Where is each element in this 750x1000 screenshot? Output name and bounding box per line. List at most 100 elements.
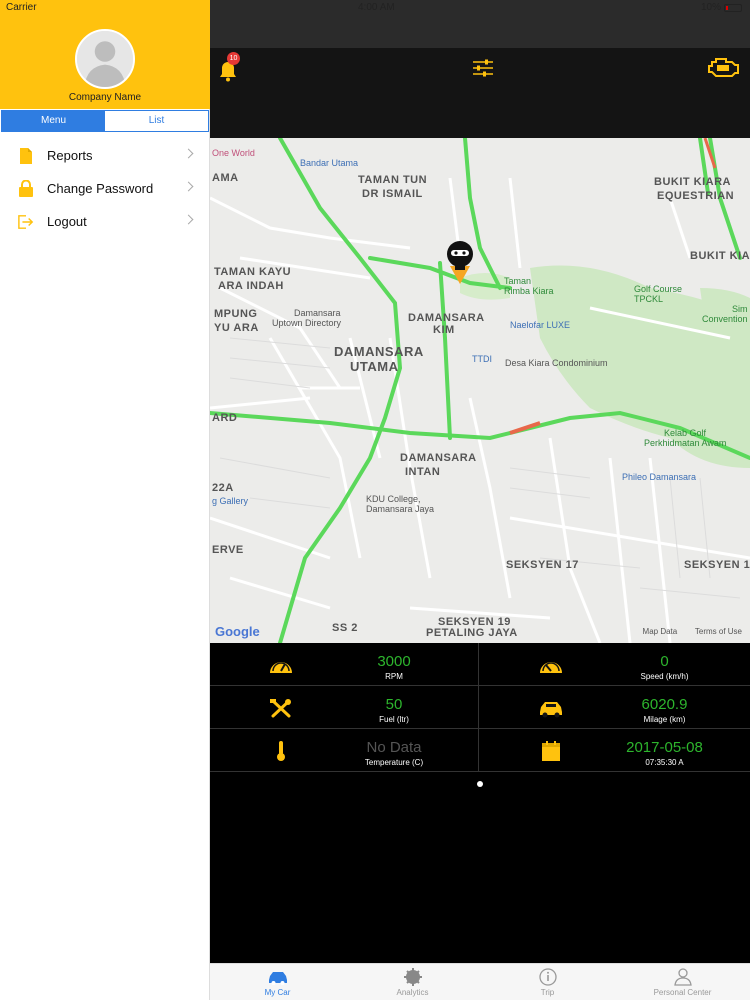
- map-poi: Convention: [702, 314, 748, 324]
- map-poi: Desa Kiara Condominium: [505, 358, 608, 368]
- stat-caption: Temperature (C): [364, 758, 424, 767]
- terms-link[interactable]: Terms of Use: [695, 627, 742, 636]
- tab-label: My Car: [264, 988, 291, 997]
- stat-caption: Milage (km): [643, 715, 686, 724]
- map-label: KIM: [433, 324, 455, 336]
- battery-icon: [724, 3, 742, 12]
- menu-item-reports[interactable]: Reports: [0, 139, 210, 172]
- person-icon: [77, 31, 133, 87]
- main-panel: 10 TAMAN TUN DR ISMAIL BUKIT KIARA EQUES…: [210, 0, 750, 1000]
- menu-item-label: Logout: [47, 214, 87, 229]
- map-label: ARA INDAH: [218, 280, 284, 292]
- car-icon: [268, 972, 287, 985]
- stat-rpm: 3000 RPM: [210, 643, 479, 686]
- map-label: BUKIT KIA: [690, 250, 750, 262]
- gear-icon: [403, 968, 422, 986]
- stat-speed: 0 Speed (km/h): [480, 643, 749, 686]
- chevron-right-icon: [183, 181, 194, 192]
- profile-header: Company Name: [0, 0, 210, 109]
- stat-milage: 6020.9 Milage (km): [480, 686, 749, 729]
- chevron-right-icon: [183, 148, 194, 159]
- stat-temperature: No Data Temperature (C): [210, 729, 479, 772]
- tools-icon: [270, 699, 291, 718]
- map-label: AMA: [212, 172, 239, 184]
- stat-date: 2017-05-08 07:35:30 A: [480, 729, 749, 772]
- map-poi: Naelofar LUXE: [510, 320, 571, 330]
- segment-list[interactable]: List: [105, 111, 208, 131]
- map-label: DAMANSARA: [400, 452, 477, 464]
- person-icon: [673, 968, 692, 986]
- map-poi: TPCKL: [634, 294, 664, 304]
- tab-label: Trip: [540, 988, 555, 997]
- map-label: TAMAN TUN: [358, 174, 428, 186]
- tab-analytics[interactable]: Analytics: [345, 964, 480, 1000]
- map-label: INTAN: [405, 466, 441, 478]
- stats-row: 50 Fuel (ltr) 6020.9 Milage (km): [210, 686, 750, 729]
- menu-list-segmented-control: Menu List: [1, 110, 209, 132]
- map-label: YU ARA: [214, 322, 259, 334]
- avatar[interactable]: [75, 29, 135, 89]
- map-roads: [210, 138, 750, 643]
- menu-item-label: Change Password: [47, 181, 154, 196]
- google-logo: Google: [215, 624, 260, 639]
- logout-icon: [18, 213, 34, 231]
- stat-caption: Fuel (ltr): [379, 715, 409, 724]
- stat-value: 0: [660, 653, 669, 670]
- map-poi: Phileo Damansara: [622, 472, 697, 482]
- map-poi: TTDI: [472, 354, 492, 364]
- map-data-link[interactable]: Map Data: [643, 627, 678, 636]
- calendar-icon: [542, 741, 560, 761]
- app-root: Carrier 4:00 AM 10% Company Name Menu Li…: [0, 0, 750, 1000]
- map-poi: KDU College,: [366, 494, 421, 504]
- carrier-label: Carrier: [6, 2, 37, 13]
- sliders-icon[interactable]: [472, 58, 494, 78]
- document-icon: [18, 147, 34, 165]
- lock-icon: [18, 180, 34, 198]
- check-engine-icon[interactable]: [706, 56, 740, 80]
- stat-value: 2017-05-08: [626, 739, 703, 756]
- map-poi: Rimba Kiara: [504, 286, 554, 296]
- map-poi: Taman: [504, 276, 532, 286]
- vehicle-stats: 3000 RPM 0 Speed (km/h) 50 Fuel (ltr) 60…: [210, 643, 750, 772]
- tab-label: Analytics: [396, 988, 429, 997]
- map-poi: Perkhidmatan Awam: [644, 438, 727, 448]
- map-poi: Kelab Golf: [664, 428, 707, 438]
- tab-my-car[interactable]: My Car: [210, 964, 345, 1000]
- info-icon: [538, 968, 557, 986]
- tab-personal-center[interactable]: Personal Center: [615, 964, 750, 1000]
- map-label: TAMAN KAYU: [214, 266, 292, 278]
- map-label: DR ISMAIL: [362, 188, 423, 200]
- tab-label: Personal Center: [653, 988, 712, 997]
- map-poi: Damansara Jaya: [366, 504, 435, 514]
- map-label: ERVE: [212, 544, 244, 556]
- car-location-pin[interactable]: [446, 238, 474, 284]
- stat-caption: 07:35:30 A: [645, 758, 684, 767]
- stats-row: No Data Temperature (C) 2017-05-08 07:35…: [210, 729, 750, 772]
- map-poi: Uptown Directory: [272, 318, 342, 328]
- map-label: ARD: [212, 412, 238, 424]
- page-indicator[interactable]: [477, 781, 483, 787]
- stat-value: 50: [385, 696, 403, 713]
- segment-menu[interactable]: Menu: [2, 111, 105, 131]
- map-label: SEKSYEN 17: [506, 559, 579, 571]
- map-poi: One World: [212, 148, 255, 158]
- menu-item-label: Reports: [47, 148, 93, 163]
- stat-value: No Data: [366, 739, 422, 756]
- map-label: SS 2: [332, 622, 358, 634]
- map-poi: Sim: [732, 304, 748, 314]
- battery-indicator: 10%: [701, 2, 742, 13]
- map-poi: g Gallery: [212, 496, 249, 506]
- gauge-icon: [270, 662, 292, 673]
- stat-value: 3000: [377, 653, 411, 670]
- battery-percent: 10%: [700, 2, 721, 13]
- side-menu-list: Reports Change Password Logout: [0, 139, 210, 238]
- company-name: Company Name: [68, 92, 142, 103]
- tab-trip[interactable]: Trip: [480, 964, 615, 1000]
- menu-item-logout[interactable]: Logout: [0, 205, 210, 238]
- menu-item-change-password[interactable]: Change Password: [0, 172, 210, 205]
- stat-caption: Speed (km/h): [640, 672, 689, 681]
- map-poi: Golf Course: [634, 284, 683, 294]
- map-label: DAMANSARA: [408, 312, 485, 324]
- map-label: DAMANSARA: [334, 344, 424, 359]
- map-view[interactable]: TAMAN TUN DR ISMAIL BUKIT KIARA EQUESTRI…: [210, 138, 750, 643]
